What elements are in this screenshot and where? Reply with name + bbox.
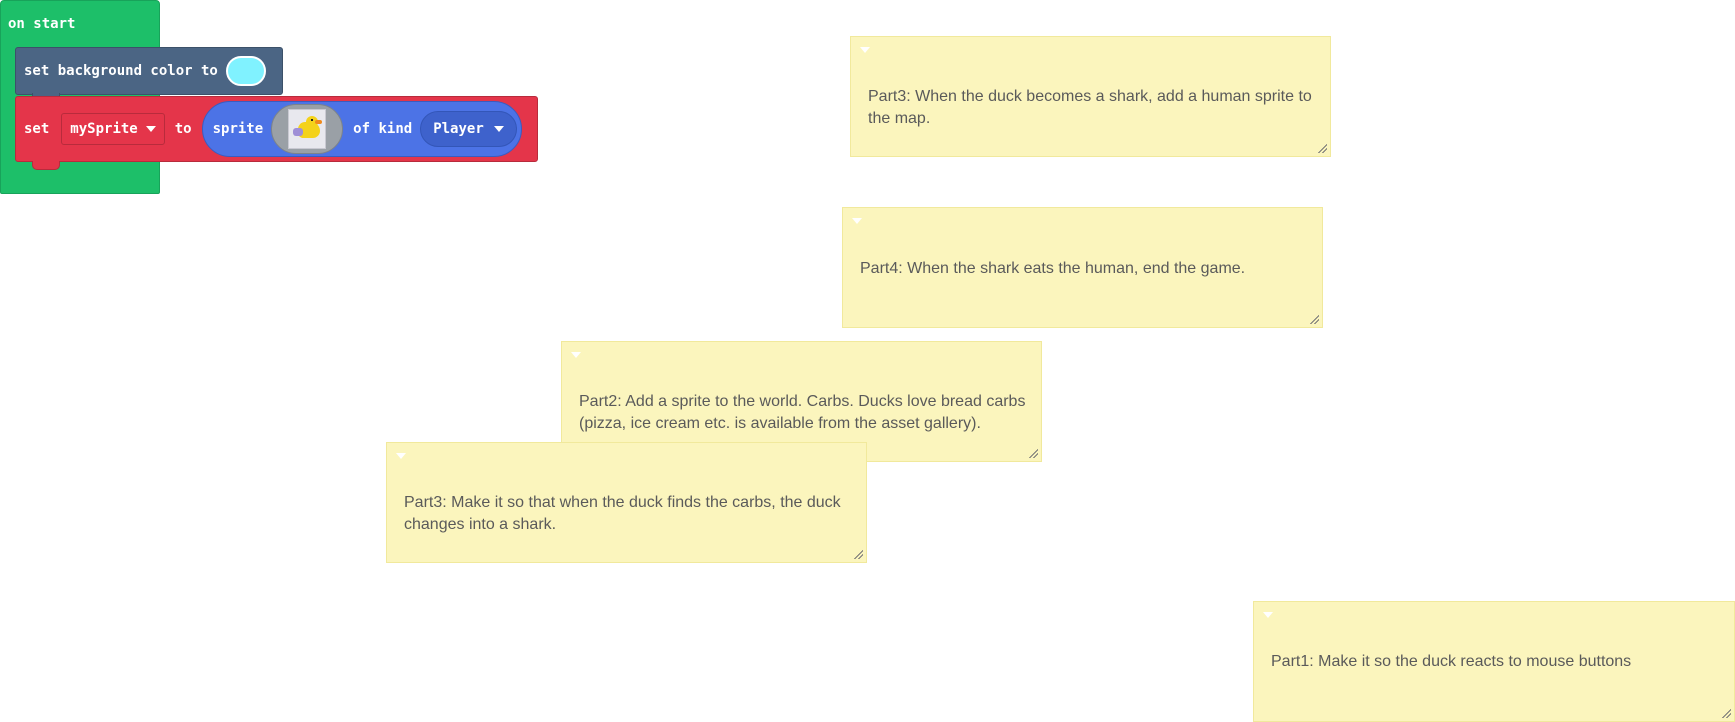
chevron-down-icon — [493, 126, 504, 132]
kind-value: Player — [433, 121, 484, 137]
workspace-comment[interactable]: Part3: When the duck becomes a shark, ad… — [850, 36, 1331, 157]
sprite-label: sprite — [212, 121, 264, 137]
collapse-toggle-icon[interactable] — [1263, 612, 1273, 618]
resize-handle-icon[interactable] — [1318, 144, 1327, 153]
workspace-comment[interactable]: Part4: When the shark eats the human, en… — [842, 207, 1323, 328]
resize-handle-icon[interactable] — [854, 550, 863, 559]
of-kind-label: of kind — [353, 121, 413, 137]
blocks-workspace[interactable]: on start set background color to set myS… — [0, 0, 1735, 722]
set-background-color-label: set background color to — [24, 63, 218, 79]
comment-text[interactable]: Part1: Make it so the duck reacts to mou… — [1271, 651, 1722, 673]
sprite-create-block[interactable]: sprite of kind Player — [201, 101, 522, 157]
on-start-label: on start — [8, 16, 76, 32]
comment-text[interactable]: Part2: Add a sprite to the world. Carbs.… — [579, 391, 1029, 435]
comment-text[interactable]: Part4: When the shark eats the human, en… — [860, 258, 1310, 280]
workspace-comment[interactable]: Part3: Make it so that when the duck fin… — [386, 442, 867, 563]
comment-text[interactable]: Part3: When the duck becomes a shark, ad… — [868, 86, 1318, 130]
resize-handle-icon[interactable] — [1310, 315, 1319, 324]
collapse-toggle-icon[interactable] — [571, 352, 581, 358]
variable-name: mySprite — [70, 121, 138, 137]
workspace-comment[interactable]: Part1: Make it so the duck reacts to mou… — [1253, 601, 1735, 722]
resize-handle-icon[interactable] — [1722, 709, 1731, 718]
collapse-toggle-icon[interactable] — [860, 47, 870, 53]
to-label: to — [174, 121, 192, 137]
collapse-toggle-icon[interactable] — [852, 218, 862, 224]
duck-sprite-icon — [288, 109, 327, 149]
collapse-toggle-icon[interactable] — [396, 453, 406, 459]
block-connector-notch — [32, 161, 60, 170]
variable-dropdown[interactable]: mySprite — [61, 113, 165, 145]
set-label: set — [24, 121, 50, 137]
color-picker-swatch[interactable] — [225, 56, 266, 86]
sprite-image-picker[interactable] — [271, 104, 344, 154]
kind-dropdown[interactable]: Player — [420, 111, 517, 147]
resize-handle-icon[interactable] — [1029, 449, 1038, 458]
set-sprite-block[interactable]: set mySprite to sprite of kind Player — [15, 96, 538, 170]
chevron-down-icon — [145, 126, 156, 132]
set-background-color-block[interactable]: set background color to — [15, 47, 283, 102]
comment-text[interactable]: Part3: Make it so that when the duck fin… — [404, 492, 854, 536]
